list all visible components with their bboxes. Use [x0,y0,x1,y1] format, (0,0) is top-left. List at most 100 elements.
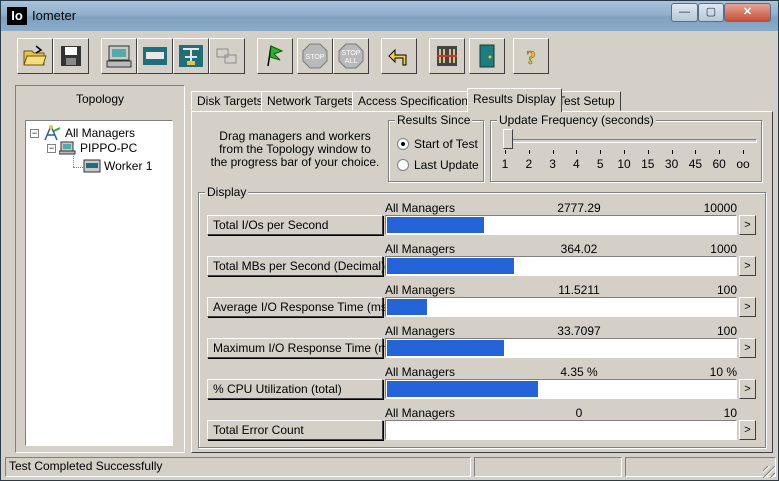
result-max-value: 10 [723,406,737,420]
result-value: 0 [575,406,583,420]
display-group: Display Total I/Os per Second All Manager… [198,185,766,448]
metric-select-button[interactable]: % CPU Utilization (total) [207,379,383,399]
open-config-button[interactable] [17,38,53,74]
stop-button[interactable]: STOP [297,38,333,74]
disconnect-icon [216,48,237,64]
result-source-label: All Managers [385,324,456,338]
new-network-worker-button[interactable] [137,38,173,74]
result-source-label: All Managers [385,406,456,420]
result-max-value: 10 % [709,365,737,379]
result-value: 33.7097 [557,324,601,338]
disk-workers-icon [437,46,457,66]
drill-down-button[interactable]: > [739,420,756,440]
new-disk-worker-button[interactable] [101,38,137,74]
network-worker-icon [143,47,167,65]
radio-start-of-test[interactable]: Start of Test [397,137,478,151]
result-value: 11.5211 [558,283,600,297]
update-frequency-label: Update Frequency (seconds) [497,113,656,127]
progress-bar-fill [387,258,514,274]
progress-bar[interactable] [385,256,737,276]
duplicate-worker-button[interactable] [173,38,209,74]
tree-label-worker-1: Worker 1 [104,159,153,173]
result-max-value: 1000 [710,242,737,256]
disconnect-button[interactable] [209,38,245,74]
collapse-toggle[interactable]: − [47,143,56,153]
tree-node-pippo-pc[interactable]: − PIPPO-PC [47,141,137,155]
close-button[interactable]: ✕ [724,3,771,22]
svg-text:?: ? [526,47,536,69]
drill-down-button[interactable]: > [739,338,756,358]
tree-node-worker-1[interactable]: Worker 1 [83,159,152,173]
green-flag-icon [267,45,284,67]
progress-bar[interactable] [385,215,737,235]
resize-grip[interactable] [763,466,775,478]
title-bar[interactable]: Io Iometer — ▢ ✕ [1,1,778,31]
slider-tick-label: 2 [525,157,533,171]
radio-button[interactable] [397,159,409,171]
slider-tick-label: 30 [664,157,679,171]
result-source-label: All Managers [385,365,456,379]
progress-bar[interactable] [385,297,737,317]
tab-test-setup[interactable]: Test Setup [552,91,621,111]
slider-tick [719,150,721,154]
start-tests-button[interactable] [257,38,293,74]
drill-down-button[interactable]: > [739,215,756,235]
metric-select-button[interactable]: Total I/Os per Second [207,215,383,235]
help-button[interactable]: ? [513,38,549,74]
computer-icon [59,141,76,155]
stop-all-button[interactable]: STOP ALL [333,38,369,74]
tab-disk-targets[interactable]: Disk Targets [191,91,269,111]
result-source-label: All Managers [385,283,456,297]
tree-label-pippo-pc: PIPPO-PC [80,141,138,155]
tab-results-display[interactable]: Results Display [467,88,562,112]
status-bar: Test Completed Successfully [1,457,778,480]
results-since-group: Results Since Start of Test Last Update [388,113,484,182]
network-switch-icon [179,45,203,67]
metric-select-button[interactable]: Average I/O Response Time (ms) [207,297,391,317]
minimize-button[interactable]: — [671,3,698,22]
results-since-label: Results Since [395,113,473,127]
drill-down-button[interactable]: > [739,297,756,317]
status-message: Test Completed Successfully [5,457,471,477]
door-icon [479,44,495,68]
all-managers-icon [44,125,61,141]
exit-button-alt[interactable] [429,38,465,74]
reset-workers-button[interactable] [381,38,417,74]
drill-down-button[interactable]: > [739,379,756,399]
collapse-toggle[interactable]: − [30,128,39,138]
slider-tick-label: 60 [712,157,726,171]
tabs-area: Disk Targets Network Targets Access Spec… [185,85,773,453]
progress-bar[interactable] [385,420,737,440]
exit-button[interactable] [469,38,505,74]
app-icon[interactable]: Io [7,7,27,25]
result-value: 4.35 % [560,365,598,379]
radio-button[interactable] [397,138,409,150]
tree-connector [73,153,74,167]
update-frequency-slider[interactable] [505,139,757,143]
window-title: Iometer [32,8,77,23]
slider-tick [576,150,578,154]
topology-tree[interactable]: − All Managers − PIPPO-PC Worker 1 [25,120,173,446]
maximize-button[interactable]: ▢ [698,3,724,22]
drill-down-button[interactable]: > [739,256,756,276]
display-label: Display [205,185,249,199]
tree-connector [73,167,83,168]
slider-tick [647,150,649,154]
progress-bar[interactable] [385,338,737,358]
slider-tick [695,150,697,154]
slider-tick [505,150,506,154]
metric-select-button[interactable]: Total MBs per Second (Decimal) [207,256,385,276]
metric-select-button[interactable]: Total Error Count [207,420,383,440]
tab-access-specifications[interactable]: Access Specifications [352,91,481,111]
slider-tick [743,150,744,154]
stop-sign-icon: STOP [302,43,328,69]
progress-bar[interactable] [385,379,737,399]
tab-network-targets[interactable]: Network Targets [261,91,360,111]
tree-node-all-managers[interactable]: − All Managers [30,125,135,141]
radio-last-update[interactable]: Last Update [397,158,479,172]
slider-tick-label: 3 [549,157,556,171]
metric-select-button[interactable]: Maximum I/O Response Time (ms) [207,338,398,358]
slider-thumb[interactable] [503,129,513,149]
progress-bar-fill [387,381,538,397]
save-config-button[interactable] [53,38,89,74]
